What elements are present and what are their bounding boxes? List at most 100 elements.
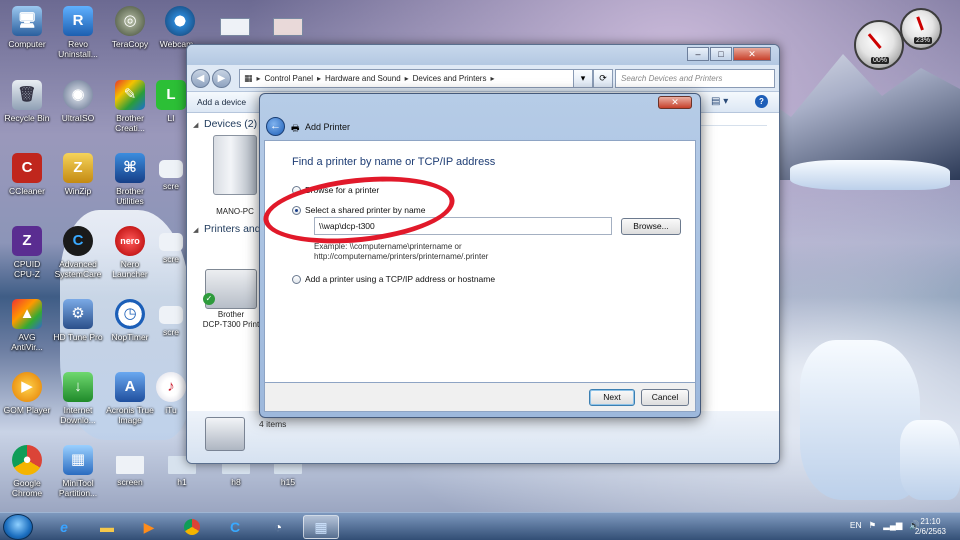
memory-needle-icon (916, 16, 924, 31)
desktop-icon-label: Brother Creati... (115, 113, 145, 133)
desktop-icon-itunes[interactable]: ♪ iTu (156, 372, 186, 415)
desktop-icon-label: h1 (177, 477, 187, 487)
back-arrow-icon[interactable]: ← (266, 117, 285, 136)
details-pane: 4 items (187, 411, 779, 463)
start-button[interactable] (3, 514, 33, 540)
advanced-systemcare-icon: C (229, 519, 241, 535)
breadcrumb-separator: ▸ (490, 74, 495, 83)
dialog-close-button[interactable]: ✕ (658, 96, 692, 109)
desktop-icon-label: TeraCopy (111, 39, 149, 49)
clock[interactable]: 21:10 2/6/2563 (915, 517, 946, 537)
screenshot-file-icon (116, 456, 144, 474)
breadcrumb[interactable]: ▦ ▸ Control Panel ▸ Hardware and Sound ▸… (239, 69, 594, 88)
tcpip-option[interactable]: Add a printer using a TCP/IP address or … (292, 274, 495, 284)
refresh-button[interactable]: ⟳ (593, 69, 613, 88)
window-controls: – □ ✕ (687, 47, 771, 61)
maximize-button[interactable]: □ (710, 47, 732, 61)
flag-icon[interactable]: ⚑ (869, 520, 877, 531)
computer-device-icon[interactable] (213, 135, 257, 195)
folder-icon: ▬ (100, 519, 114, 535)
search-input[interactable]: Search Devices and Printers (615, 69, 775, 88)
webcam-icon: ● (165, 6, 195, 36)
itunes-icon: ♪ (156, 372, 186, 402)
desktop-icon-noptimer[interactable]: ◷ NopTimer (100, 299, 160, 342)
example-line: http://computername/printers/printername… (314, 252, 489, 261)
breadcrumb-item[interactable]: Hardware and Sound (325, 74, 401, 83)
screenshot-file-icon (159, 306, 183, 324)
add-printer-dialog[interactable]: ✕ ← 🖶 Add Printer Find a printer by name… (259, 93, 701, 418)
desktop-thumbnail[interactable] (220, 18, 250, 36)
desktop-icon-hd-tune-pro[interactable]: ⚙ HD Tune Pro (48, 299, 108, 342)
address-dropdown-button[interactable]: ▾ (573, 69, 593, 88)
desktop-thumbnail[interactable] (273, 18, 303, 36)
clock-icon: ◷ (115, 299, 145, 329)
desktop-icon-nero-launcher[interactable]: nero Nero Launcher (100, 226, 160, 279)
screenshot-file-icon (159, 160, 183, 178)
dialog-body: Find a printer by name or TCP/IP address… (264, 140, 696, 383)
desktop-icon-minitool[interactable]: ▦ MiniTool Partition... (48, 445, 108, 498)
desktop-icon-ultraiso[interactable]: ◉ UltraISO (48, 80, 108, 123)
desktop-icon-winzip[interactable]: Z WinZip (48, 153, 108, 196)
help-icon[interactable]: ? (755, 95, 768, 108)
printer-label[interactable]: Brother DCP-T300 Print (199, 310, 263, 330)
desktop-icon-revo-uninstaller[interactable]: R Revo Uninstall... (48, 6, 108, 59)
window-titlebar[interactable]: – □ ✕ (187, 45, 779, 65)
desktop-icon-label: HD Tune Pro (53, 332, 103, 342)
desktop-icon-acronis[interactable]: A Acronis True Image (100, 372, 160, 425)
taskbar-internet-explorer[interactable]: e (46, 515, 82, 539)
printers-group-header[interactable]: Printers and (204, 223, 261, 235)
breadcrumb-item[interactable]: Control Panel (265, 74, 313, 83)
breadcrumb-item[interactable]: Devices and Printers (413, 74, 487, 83)
radio-tcpip[interactable] (292, 274, 301, 284)
desktop-icon-screen-3[interactable]: scre (156, 233, 186, 264)
collapse-icon[interactable]: ◢ (193, 226, 198, 234)
desktop-icon-label: Recycle Bin (4, 113, 50, 123)
taskbar-control-panel[interactable]: ▦ (303, 515, 339, 539)
teracopy-icon: ◎ (115, 6, 145, 36)
desktop-icon-label: h8 (231, 477, 241, 487)
taskbar-chrome[interactable] (174, 515, 210, 539)
forward-button[interactable]: ▶ (212, 69, 231, 88)
next-button[interactable]: Next (589, 389, 635, 406)
desktop-icon-label: Google Chrome (11, 478, 43, 498)
desktop-icon-brother-utilities[interactable]: ⌘ Brother Utilities (100, 153, 160, 206)
desktop-icon-label: GOM Player (3, 405, 51, 415)
minitool-icon: ▦ (63, 445, 93, 475)
desktop-icon-label: Computer (8, 39, 46, 49)
cancel-button[interactable]: Cancel (641, 389, 689, 406)
cpu-percent: 00% (871, 57, 890, 64)
desktop-icon-label: LI (167, 113, 175, 123)
add-device-button[interactable]: Add a device (197, 97, 246, 107)
network-icon[interactable]: ▂▄▆ (883, 520, 902, 531)
revo-icon: R (63, 6, 93, 36)
taskbar-media-player[interactable]: ▶ (131, 515, 167, 539)
desktop-icon-webcam[interactable]: ● Webcam... (150, 6, 210, 49)
back-button[interactable]: ◀ (191, 69, 210, 88)
taskbar-speedometer[interactable]: ◔ (260, 515, 296, 539)
desktop-icon-brother-creative[interactable]: ✎ Brother Creati... (100, 80, 160, 133)
desktop-icon-label: CPUID CPU-Z (13, 259, 41, 279)
desktop-icon-li[interactable]: L LI (156, 80, 186, 123)
clock-date: 2/6/2563 (914, 527, 946, 536)
collapse-icon[interactable]: ◢ (193, 121, 198, 129)
memory-meter-gadget[interactable]: 23% (900, 8, 942, 50)
device-label[interactable]: MANO-PC (209, 207, 261, 217)
taskbar-file-explorer[interactable]: ▬ (89, 515, 125, 539)
view-options-icon[interactable]: ▤ ▾ (711, 96, 728, 107)
cpu-meter-gadget[interactable]: 00% (854, 20, 904, 70)
line-app-icon: L (156, 80, 186, 110)
desktop-icon-label: NopTimer (111, 332, 149, 342)
minimize-button[interactable]: – (687, 47, 709, 61)
breadcrumb-separator: ▸ (404, 74, 409, 83)
desktop-icon-advanced-systemcare[interactable]: C Advanced SystemCare (48, 226, 108, 279)
taskbar-advanced-systemcare[interactable]: C (217, 515, 253, 539)
dialog-title: Add Printer (305, 122, 351, 132)
desktop-icon-screen[interactable]: screen (100, 456, 160, 487)
browse-button[interactable]: Browse... (621, 218, 681, 235)
devices-group-header[interactable]: Devices (2) (204, 118, 257, 130)
desktop-icon-internet-download[interactable]: ↓ Internet Downlo... (48, 372, 108, 425)
close-button[interactable]: ✕ (733, 47, 771, 61)
desktop-icon-screen-2[interactable]: scre (156, 160, 186, 191)
desktop-icon-screen-4[interactable]: scre (156, 306, 186, 337)
language-indicator[interactable]: EN (850, 520, 862, 531)
